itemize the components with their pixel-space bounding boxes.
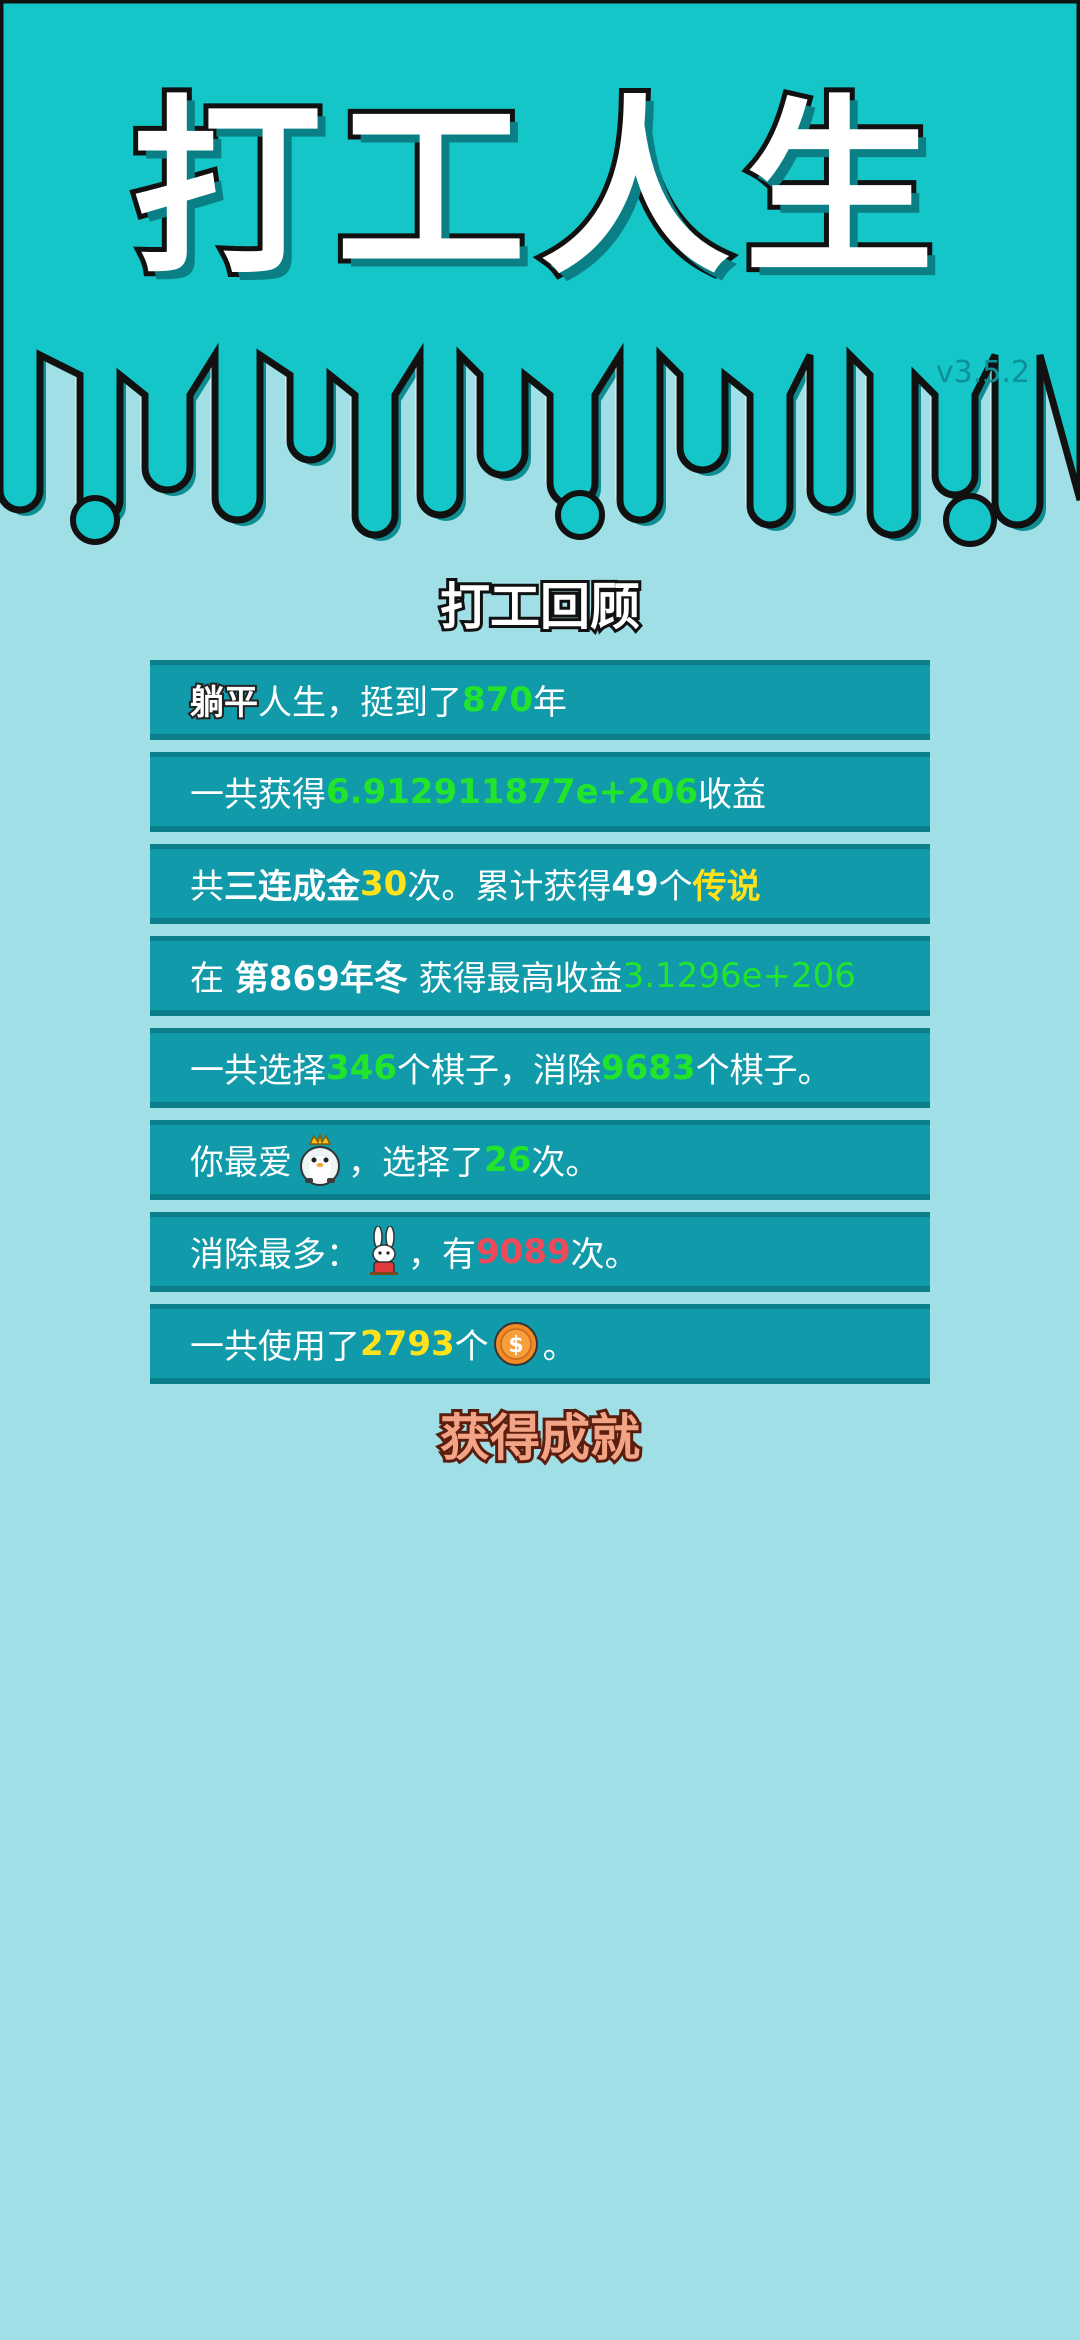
- row-text: 共: [190, 867, 224, 907]
- review-row-lifespan: 躺平 人生，挺到了 870 年: [150, 660, 930, 740]
- row-text: 一共使用了: [190, 1327, 360, 1367]
- review-row-coins: 一共使用了 2793 个 $ 。: [150, 1304, 930, 1384]
- lifestyle-label: 躺平: [188, 681, 260, 725]
- most-removed-count: 9089: [476, 1231, 571, 1272]
- triple-gold-label: 三连成金: [224, 867, 360, 907]
- row-text: 获得最高收益: [407, 959, 623, 999]
- row-text: ，有: [408, 1235, 476, 1275]
- row-text: 一共选择: [190, 1051, 326, 1091]
- review-row-peak-income: 在 第869年冬 获得最高收益 3.1296e+206: [150, 936, 930, 1016]
- row-text: 个: [658, 867, 693, 907]
- review-row-total-income: 一共获得 6.912911877e+206 收益: [150, 752, 930, 832]
- review-list: 躺平 人生，挺到了 870 年 一共获得 6.912911877e+206 收益 共三连成…: [150, 660, 930, 1396]
- coin-icon: $: [493, 1321, 538, 1366]
- years-value: 870: [462, 679, 533, 720]
- row-text: 次。累计获得: [407, 867, 612, 907]
- legend-label: 传说: [692, 867, 761, 907]
- legend-count: 49: [611, 863, 659, 904]
- achievements-section-title: 获得成就: [437, 1409, 643, 1467]
- penguin-king-icon: [300, 1133, 340, 1186]
- row-text: 消除最多：: [190, 1235, 360, 1275]
- row-text: 个棋子。: [695, 1051, 832, 1091]
- review-row-favorite: 你最爱 ，选择了 26 次。: [150, 1120, 930, 1200]
- version-label: v3.5.2: [935, 355, 1030, 390]
- row-text: 一共获得: [190, 775, 326, 815]
- row-text: 年: [532, 683, 567, 723]
- triple-gold-count: 30: [360, 863, 408, 904]
- review-row-pieces: 一共选择 346 个棋子，消除 9683 个棋子。: [150, 1028, 930, 1108]
- review-row-triple-gold: 共三连成金 30 次。累计获得 49 个传说: [150, 844, 930, 924]
- row-text: 在: [190, 959, 235, 999]
- row-text: 次。: [570, 1235, 639, 1275]
- pieces-removed-value: 9683: [600, 1047, 696, 1088]
- row-text: ，选择了: [348, 1143, 484, 1183]
- review-section-title: 打工回顾: [437, 578, 643, 636]
- review-row-most-removed: 消除最多： ，有 9089 次。: [150, 1212, 930, 1292]
- coins-used-value: 2793: [360, 1323, 455, 1364]
- rabbit-icon: [370, 1225, 398, 1275]
- favorite-count: 26: [484, 1139, 532, 1180]
- peak-season-label: 第869年冬: [234, 959, 408, 999]
- row-text: 个: [454, 1327, 489, 1367]
- pieces-chosen-value: 346: [326, 1047, 397, 1088]
- peak-income-value: 3.1296e+206: [622, 955, 856, 996]
- game-title: 打工人生: [127, 79, 948, 300]
- svg-text:$: $: [508, 1333, 523, 1358]
- row-text: 次。: [531, 1143, 600, 1183]
- row-text: 人生，挺到了: [258, 683, 462, 723]
- row-text: 你最爱: [190, 1143, 292, 1183]
- row-text: 收益: [698, 775, 767, 815]
- total-income-value: 6.912911877e+206: [326, 771, 699, 812]
- header-banner: 打工人生 v3.5.2: [0, 0, 1080, 560]
- row-text: 个棋子，消除: [396, 1051, 601, 1091]
- row-text: 。: [542, 1327, 577, 1367]
